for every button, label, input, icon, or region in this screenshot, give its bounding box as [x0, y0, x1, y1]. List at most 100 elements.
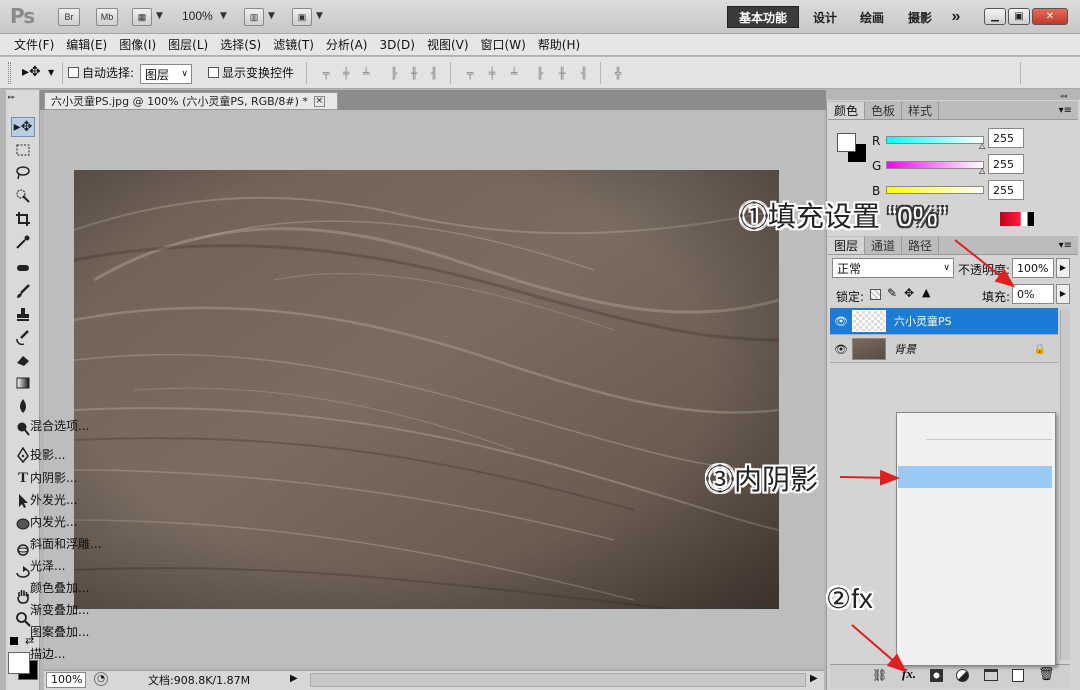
- distribute-left-icon[interactable]: ╟: [532, 66, 548, 80]
- workspace-photography-button[interactable]: 摄影: [900, 6, 940, 28]
- status-zoom-field[interactable]: 100%: [46, 672, 86, 688]
- default-colors-icon[interactable]: [10, 637, 18, 645]
- auto-select-dropdown[interactable]: 图层 ∨: [140, 64, 192, 84]
- toolbox-collapse-icon[interactable]: ▸▸: [8, 93, 15, 101]
- status-info-icon[interactable]: ◔: [94, 672, 108, 686]
- b-slider[interactable]: [886, 186, 984, 194]
- chevron-down-icon[interactable]: ▼: [268, 11, 275, 21]
- align-hcenter-icon[interactable]: ╫: [406, 66, 422, 80]
- workspace-design-button[interactable]: 设计: [805, 6, 845, 28]
- align-top-icon[interactable]: ╤: [318, 66, 334, 80]
- options-grip[interactable]: [8, 62, 11, 84]
- r-value-field[interactable]: 255: [988, 128, 1024, 148]
- crop-tool-icon[interactable]: [11, 209, 35, 229]
- move-tool-preset-icon[interactable]: ▸✥: [22, 64, 41, 80]
- tab-styles[interactable]: 样式: [902, 102, 940, 119]
- screen-mode-icon[interactable]: ▣: [292, 8, 312, 26]
- auto-align-icon[interactable]: ╬: [610, 66, 626, 80]
- menu-3d[interactable]: 3D(D): [373, 38, 420, 52]
- slider-handle-icon[interactable]: △: [979, 166, 985, 175]
- close-icon[interactable]: ×: [313, 95, 325, 107]
- status-menu-arrow-icon[interactable]: ▶: [290, 673, 298, 684]
- brush-tool-icon[interactable]: [11, 281, 35, 301]
- auto-select-checkbox[interactable]: [68, 67, 79, 78]
- zoom-level-select[interactable]: 100%: [182, 9, 213, 23]
- menu-item-pattern-overlay[interactable]: 图案叠加...: [30, 621, 155, 641]
- menu-item-bevel-emboss[interactable]: 斜面和浮雕...: [30, 533, 155, 553]
- align-vcenter-icon[interactable]: ╪: [338, 66, 354, 80]
- wood-texture-image[interactable]: [74, 170, 779, 609]
- menu-item-drop-shadow[interactable]: 投影...: [30, 444, 155, 464]
- chevron-down-icon[interactable]: ▼: [220, 11, 227, 21]
- menu-edit[interactable]: 编辑(E): [60, 36, 113, 53]
- menu-select[interactable]: 选择(S): [214, 36, 267, 53]
- g-slider[interactable]: [886, 161, 984, 169]
- bridge-button[interactable]: Br: [58, 8, 80, 26]
- align-left-icon[interactable]: ╟: [386, 66, 402, 80]
- workspace-basic-button[interactable]: 基本功能: [727, 6, 799, 28]
- menu-filter[interactable]: 滤镜(T): [267, 36, 320, 53]
- spot-healing-tool-icon[interactable]: [11, 258, 35, 278]
- chevron-down-icon[interactable]: ▼: [156, 11, 163, 21]
- show-transform-checkbox[interactable]: [208, 67, 219, 78]
- document-tab[interactable]: 六小灵童PS.jpg @ 100% (六小灵童PS, RGB/8#) * ×: [44, 92, 338, 110]
- menu-item-gradient-overlay[interactable]: 渐变叠加...: [30, 599, 155, 619]
- menu-window[interactable]: 窗口(W): [475, 36, 532, 53]
- arrange-documents-icon[interactable]: ▥: [244, 8, 264, 26]
- b-value-field[interactable]: 255: [988, 180, 1024, 200]
- gradient-tool-icon[interactable]: [11, 373, 35, 393]
- lasso-tool-icon[interactable]: [11, 163, 35, 183]
- move-tool-icon[interactable]: ▸✥: [11, 117, 35, 137]
- blur-tool-icon[interactable]: [11, 396, 35, 416]
- slider-handle-icon[interactable]: △: [979, 141, 985, 150]
- eraser-tool-icon[interactable]: [11, 350, 35, 370]
- menu-layer[interactable]: 图层(L): [162, 36, 214, 53]
- menu-view[interactable]: 视图(V): [421, 36, 475, 53]
- divider: [600, 62, 601, 84]
- close-icon[interactable]: ✕: [1032, 8, 1068, 25]
- g-value-field[interactable]: 255: [988, 154, 1024, 174]
- distribute-top-icon[interactable]: ╤: [462, 66, 478, 80]
- panel-menu-icon[interactable]: ▾≡: [1059, 105, 1072, 116]
- panel-foreground-swatch[interactable]: [837, 133, 856, 152]
- distribute-right-icon[interactable]: ╢: [576, 66, 592, 80]
- chevron-down-icon[interactable]: ▼: [316, 11, 323, 21]
- chevron-down-icon[interactable]: ▼: [48, 68, 54, 77]
- menu-item-color-overlay[interactable]: 颜色叠加...: [30, 577, 155, 597]
- align-bottom-icon[interactable]: ╧: [358, 66, 374, 80]
- menu-item-satin[interactable]: 光泽...: [30, 555, 155, 575]
- distribute-hcenter-icon[interactable]: ╫: [554, 66, 570, 80]
- extras-icon[interactable]: ▦: [132, 8, 152, 26]
- menu-item-outer-glow[interactable]: 外发光...: [30, 489, 155, 509]
- minimize-icon[interactable]: ▁: [984, 8, 1006, 25]
- tab-color[interactable]: 颜色: [828, 102, 866, 119]
- menu-item-blending-options[interactable]: 混合选项...: [30, 415, 155, 435]
- marquee-tool-icon[interactable]: [11, 140, 35, 160]
- restore-icon[interactable]: ▣: [1008, 8, 1030, 25]
- divider: [1020, 62, 1021, 84]
- menu-item-inner-glow[interactable]: 内发光...: [30, 511, 155, 531]
- workspace-painting-button[interactable]: 绘画: [852, 6, 892, 28]
- menu-analysis[interactable]: 分析(A): [320, 36, 374, 53]
- g-label: G: [872, 159, 882, 173]
- panel-collapse-icon[interactable]: ◂◂: [1060, 92, 1067, 100]
- eyedropper-tool-icon[interactable]: [11, 232, 35, 252]
- tab-swatches[interactable]: 色板: [865, 102, 903, 119]
- menu-image[interactable]: 图像(I): [113, 36, 162, 53]
- clone-stamp-tool-icon[interactable]: [11, 304, 35, 324]
- r-slider[interactable]: [886, 136, 984, 144]
- more-workspaces-button[interactable]: »: [944, 6, 968, 28]
- menu-file[interactable]: 文件(F): [8, 36, 60, 53]
- status-doc-size: 文档:908.8K/1.87M: [148, 674, 251, 687]
- quick-selection-tool-icon[interactable]: [11, 186, 35, 206]
- distribute-vcenter-icon[interactable]: ╪: [484, 66, 500, 80]
- title-bar: Ps Br Mb ▦ ▼ 100% ▼ ▥ ▼ ▣ ▼ 基本功能 设计 绘画 摄…: [0, 0, 1080, 34]
- distribute-bottom-icon[interactable]: ╧: [506, 66, 522, 80]
- menu-help[interactable]: 帮助(H): [532, 36, 586, 53]
- foreground-color-swatch[interactable]: [8, 652, 30, 674]
- mini-bridge-button[interactable]: Mb: [96, 8, 118, 26]
- menu-item-inner-shadow[interactable]: 内阴影...: [30, 467, 155, 487]
- history-brush-tool-icon[interactable]: [11, 327, 35, 347]
- align-right-icon[interactable]: ╢: [426, 66, 442, 80]
- menu-item-stroke[interactable]: 描边...: [30, 643, 155, 663]
